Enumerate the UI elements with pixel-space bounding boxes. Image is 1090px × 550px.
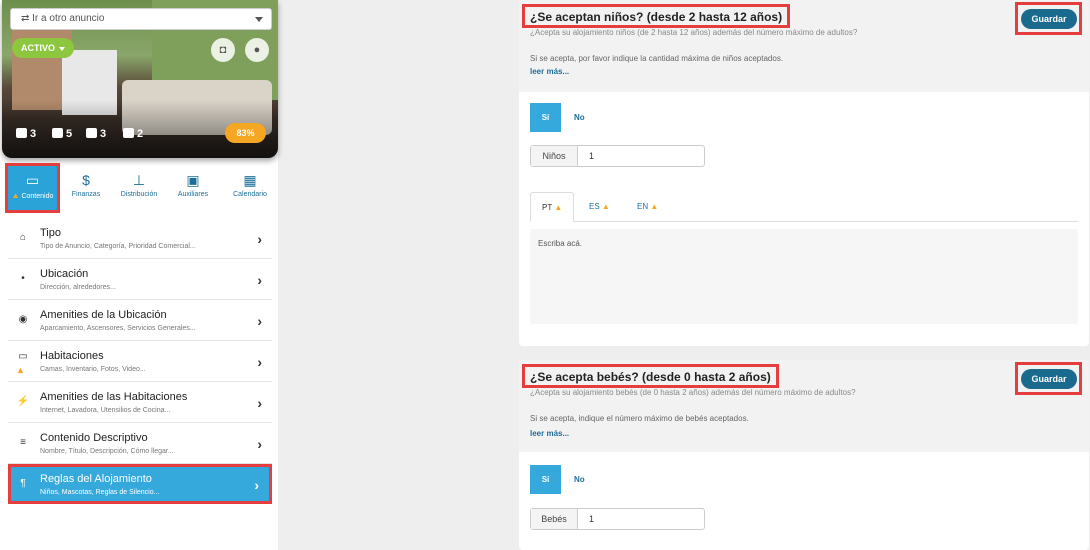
menu-item-amenities-habitaciones[interactable]: ⚡ Amenities de las Habitaciones Internet… [8, 382, 272, 423]
baths-stat: 2 [123, 128, 143, 140]
babies-read-more-link[interactable]: leer más... [530, 429, 569, 438]
listing-photo: ⇄ Ir a otro anuncio ACTIVO ◘ ● 3 5 3 2 8… [2, 0, 278, 158]
children-notes-placeholder: Escriba acá. [538, 239, 583, 248]
status-dropdown[interactable]: ACTIVO [12, 38, 74, 58]
children-count-value: 1 [589, 151, 595, 161]
menu-item-reglas-alojamiento[interactable]: ¶ Reglas del Alojamiento Niños, Mascotas… [8, 464, 272, 504]
menu-item-habitaciones[interactable]: ▭ ▲ Habitaciones Camas, Inventario, Foto… [8, 341, 272, 382]
listing-select-label: ⇄ Ir a otro anuncio [21, 13, 105, 24]
children-question-title: ¿Se aceptan niños? (desde 2 hasta 12 año… [522, 4, 791, 28]
warning-icon: ▲ [554, 203, 563, 212]
children-read-more-link[interactable]: leer más... [530, 67, 569, 76]
warning-icon: ▲ [601, 202, 610, 211]
chevron-right-icon: › [257, 354, 262, 370]
listing-select[interactable]: ⇄ Ir a otro anuncio [10, 8, 272, 30]
completion-badge: 83% [225, 123, 266, 143]
menu-item-amenities-ubicacion[interactable]: ◉ Amenities de la Ubicación Aparcamiento… [8, 300, 272, 341]
chevron-down-icon [255, 17, 263, 22]
babies-card: ¿Se acepta bebés? (desde 0 hasta 2 años)… [519, 360, 1089, 550]
paragraph-icon: ¶ [20, 478, 26, 489]
tab-contenido[interactable]: ▭ ▲ Contenido [5, 163, 60, 213]
rooms-stat: 3 [16, 128, 36, 140]
align-left-icon: ≡ [20, 437, 26, 448]
user-icon [52, 128, 63, 138]
children-count-label: Niños [531, 146, 578, 166]
children-question-instructions: Si se acepta, por favor indique la canti… [530, 54, 784, 63]
tab-finanzas[interactable]: $ Finanzas [62, 163, 110, 213]
babies-question-desc: ¿Acepta su alojamiento bebés (de 0 hasta… [530, 388, 856, 397]
globe-icon[interactable]: ● [245, 38, 269, 62]
chevron-right-icon: › [257, 436, 262, 452]
content-menu: ⌂ Tipo Tipo de Anuncio, Categoría, Prior… [8, 218, 272, 504]
menu-item-ubicacion[interactable]: • Ubicación Dirección, alrededores... › [8, 259, 272, 300]
warning-icon: ▲ [11, 191, 20, 200]
menu-item-tipo[interactable]: ⌂ Tipo Tipo de Anuncio, Categoría, Prior… [8, 218, 272, 259]
children-no-button[interactable]: No [574, 103, 585, 132]
babies-question-instructions: Si se acepta, indique el número máximo d… [530, 414, 749, 423]
children-count-field[interactable]: Niños 1 [530, 145, 705, 167]
menu-item-contenido-descriptivo[interactable]: ≡ Contenido Descriptivo Nombre, Título, … [8, 423, 272, 464]
tab-distribucion[interactable]: ⊥ Distribución [114, 163, 164, 213]
bath-icon [123, 128, 134, 138]
home-icon: ⌂ [19, 232, 27, 243]
plug-icon: ⚡ [16, 396, 30, 407]
calendar-icon: ▦ [243, 172, 257, 188]
children-card: ¿Se aceptan niños? (desde 2 hasta 12 año… [519, 0, 1089, 346]
beds-stat: 3 [86, 128, 106, 140]
warning-icon: ▲ [650, 202, 659, 211]
bed-icon [86, 128, 97, 138]
babies-save-button[interactable]: Guardar [1021, 369, 1077, 389]
bed-icon: ▭ [18, 351, 28, 362]
sidebar: ⇄ Ir a otro anuncio ACTIVO ◘ ● 3 5 3 2 8… [0, 0, 278, 550]
babies-save-highlight: Guardar [1015, 362, 1082, 395]
sitemap-icon: ⊥ [132, 172, 146, 188]
babies-no-button[interactable]: No [574, 465, 585, 494]
tab-lang-en[interactable]: EN ▲ [626, 192, 669, 222]
chevron-right-icon: › [257, 272, 262, 288]
babies-count-value: 1 [589, 514, 595, 524]
tab-auxiliares[interactable]: ▣ Auxiliares [168, 163, 218, 213]
tab-calendario[interactable]: ▦ Calendario [224, 163, 276, 213]
babies-count-label: Bebés [531, 509, 578, 529]
babies-question-title: ¿Se acepta bebés? (desde 0 hasta 2 años) [522, 364, 779, 388]
dollar-icon: $ [82, 172, 90, 188]
children-notes-textarea[interactable]: Escriba acá. [530, 229, 1078, 324]
guests-stat: 5 [52, 128, 72, 140]
chevron-right-icon: › [257, 313, 262, 329]
status-label: ACTIVO [21, 43, 56, 53]
section-tabs: ▭ ▲ Contenido $ Finanzas ⊥ Distribución … [2, 163, 278, 213]
caret-down-icon [59, 47, 65, 51]
babies-yes-button[interactable]: Sí [530, 465, 561, 494]
chevron-right-icon: › [257, 231, 262, 247]
camera-icon[interactable]: ◘ [211, 38, 235, 62]
babies-count-field[interactable]: Bebés 1 [530, 508, 705, 530]
cube-icon [16, 128, 27, 138]
children-yes-button[interactable]: Sí [530, 103, 561, 132]
warning-icon: ▲ [16, 365, 25, 375]
chevron-right-icon: › [257, 395, 262, 411]
dot-circle-icon: ◉ [18, 314, 28, 325]
map-pin-icon: • [21, 273, 25, 284]
tab-lang-pt[interactable]: PT ▲ [530, 192, 575, 222]
children-question-desc: ¿Acepta su alojamiento niños (de 2 hasta… [530, 28, 858, 37]
chevron-right-icon: › [254, 477, 259, 493]
cubes-icon: ▣ [186, 172, 200, 188]
tab-lang-es[interactable]: ES ▲ [578, 192, 621, 222]
children-save-highlight: Guardar [1015, 2, 1082, 35]
language-tabs: PT ▲ ES ▲ EN ▲ [530, 192, 1078, 222]
children-save-button[interactable]: Guardar [1021, 9, 1077, 29]
bed-icon: ▭ [25, 172, 40, 188]
